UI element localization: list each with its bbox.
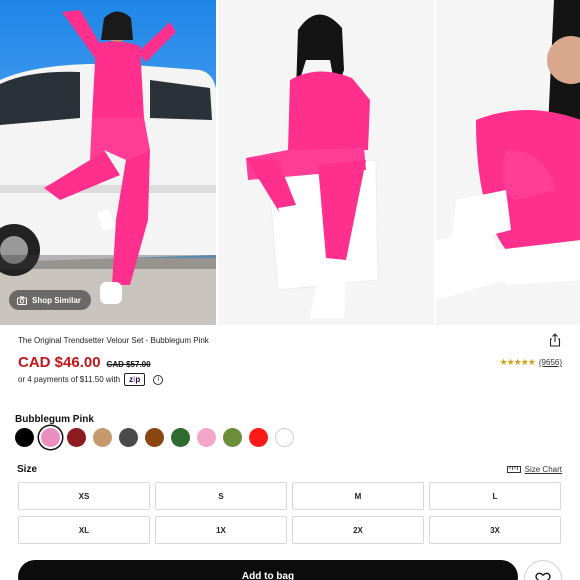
product-title-row: The Original Trendsetter Velour Set - Bu…: [18, 333, 562, 347]
color-swatch[interactable]: [223, 428, 242, 447]
rating-stars-icon: ★★★★★: [499, 357, 536, 367]
camera-icon: [17, 296, 27, 305]
size-option-s[interactable]: S: [155, 482, 287, 510]
color-swatches: [15, 428, 294, 447]
review-count-link[interactable]: (9656): [539, 358, 562, 367]
original-price: CAD $57.00: [106, 360, 151, 369]
add-to-bag-button[interactable]: Add to bag: [18, 560, 518, 580]
size-options: XS S M L XL 1X 2X 3X: [18, 482, 562, 544]
color-swatch[interactable]: [197, 428, 216, 447]
size-chart-link[interactable]: Size Chart: [506, 465, 562, 474]
color-swatch[interactable]: [93, 428, 112, 447]
size-option-1x[interactable]: 1X: [155, 516, 287, 544]
info-icon[interactable]: i: [153, 374, 164, 385]
product-image-gallery[interactable]: Shop Similar: [0, 0, 580, 325]
installments-text: or 4 payments of $11.50 with: [18, 375, 121, 384]
color-swatch[interactable]: [275, 428, 294, 447]
size-option-2x[interactable]: 2X: [292, 516, 424, 544]
size-option-xs[interactable]: XS: [18, 482, 150, 510]
color-swatch[interactable]: [41, 428, 60, 447]
product-photo-car: [0, 0, 217, 325]
selected-color-name: Bubblegum Pink: [15, 414, 94, 425]
size-option-3x[interactable]: 3X: [429, 516, 561, 544]
heart-icon: [535, 572, 551, 580]
color-swatch[interactable]: [119, 428, 138, 447]
product-rating[interactable]: ★★★★★ (9656): [500, 357, 562, 368]
shop-similar-label: Shop Similar: [32, 295, 81, 305]
zip-logo[interactable]: zip: [124, 373, 146, 386]
size-option-l[interactable]: L: [429, 482, 561, 510]
size-option-xl[interactable]: XL: [18, 516, 150, 544]
ruler-icon: [506, 466, 521, 473]
share-icon[interactable]: [548, 333, 562, 347]
shop-similar-button[interactable]: Shop Similar: [9, 290, 91, 310]
product-photo-seated: [435, 0, 580, 325]
current-price: CAD $46.00: [18, 354, 101, 371]
product-photo-studio: [218, 0, 434, 325]
installments-row: or 4 payments of $11.50 with zip i: [18, 373, 164, 386]
product-image-2[interactable]: [218, 0, 434, 325]
color-swatch[interactable]: [15, 428, 34, 447]
color-swatch[interactable]: [171, 428, 190, 447]
price-row: CAD $46.00 CAD $57.00 ★★★★★ (9656): [18, 354, 562, 371]
color-swatch[interactable]: [67, 428, 86, 447]
product-image-1[interactable]: Shop Similar: [0, 0, 217, 325]
size-chart-label: Size Chart: [524, 465, 562, 474]
product-image-3[interactable]: [435, 0, 580, 325]
size-label: Size: [17, 464, 38, 475]
color-swatch[interactable]: [249, 428, 268, 447]
color-swatch[interactable]: [145, 428, 164, 447]
size-option-m[interactable]: M: [292, 482, 424, 510]
product-title: The Original Trendsetter Velour Set - Bu…: [18, 335, 209, 345]
wishlist-button[interactable]: [524, 560, 562, 580]
